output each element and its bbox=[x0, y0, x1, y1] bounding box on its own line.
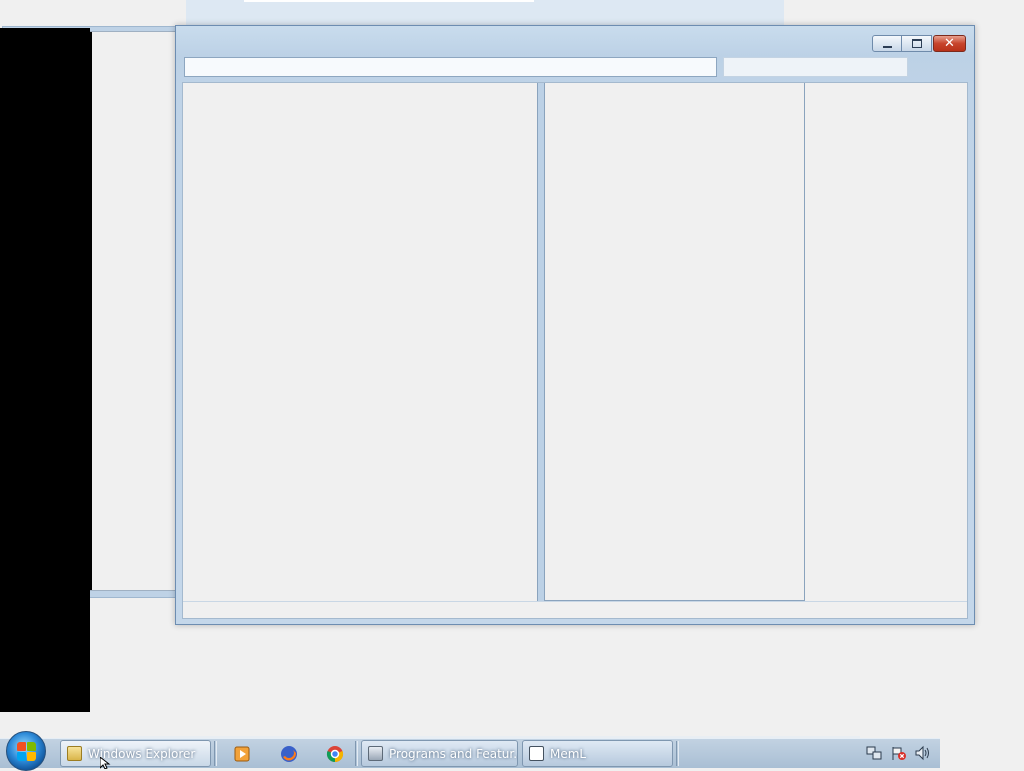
preview-pane[interactable] bbox=[805, 83, 967, 601]
taskbar-button-label: MemL bbox=[550, 746, 587, 761]
mouse-cursor bbox=[100, 757, 111, 769]
firefox-icon bbox=[281, 745, 297, 762]
caption-buttons: ✕ bbox=[872, 35, 966, 52]
black-panel bbox=[0, 28, 90, 712]
taskbar-divider bbox=[214, 741, 217, 766]
navigation-pane[interactable] bbox=[183, 83, 537, 595]
taskbar-divider bbox=[676, 741, 679, 766]
window-client-area bbox=[182, 82, 968, 619]
background-window-strip bbox=[186, 0, 784, 26]
content-pane[interactable] bbox=[545, 83, 805, 601]
taskbar-button-programs-and-features[interactable]: Programs and Featur... bbox=[361, 740, 518, 767]
app-window-icon bbox=[529, 746, 544, 761]
tray-action-center[interactable] bbox=[891, 745, 907, 761]
close-button[interactable]: ✕ bbox=[933, 35, 966, 52]
background-window-edge bbox=[244, 0, 534, 2]
minimize-icon bbox=[882, 45, 892, 48]
maximize-button[interactable] bbox=[902, 35, 932, 52]
address-bar[interactable] bbox=[184, 57, 717, 77]
volume-icon bbox=[915, 745, 929, 761]
maximize-icon bbox=[911, 39, 922, 48]
pane-splitter[interactable] bbox=[537, 83, 545, 601]
tray-network[interactable] bbox=[866, 745, 882, 761]
taskbar-button-label: Programs and Featur... bbox=[389, 746, 518, 761]
close-icon: ✕ bbox=[944, 36, 955, 51]
network-icon bbox=[866, 746, 882, 760]
tray-volume[interactable] bbox=[914, 745, 930, 761]
details-pane bbox=[183, 601, 967, 618]
explorer-folder-icon bbox=[67, 746, 82, 761]
taskbar-pinned-chrome[interactable] bbox=[322, 741, 348, 766]
minimize-button[interactable] bbox=[872, 35, 902, 52]
start-button[interactable] bbox=[6, 731, 46, 771]
taskbar-button-windows-explorer[interactable]: Windows Explorer bbox=[60, 740, 211, 767]
search-input[interactable] bbox=[723, 57, 908, 77]
chrome-icon bbox=[326, 745, 344, 762]
explorer-window[interactable]: ✕ bbox=[175, 25, 975, 625]
taskbar-pinned-firefox[interactable] bbox=[276, 741, 302, 766]
windows-logo-icon bbox=[17, 742, 37, 762]
action-center-flag-icon bbox=[892, 747, 906, 760]
taskbar-button-meml[interactable]: MemL bbox=[522, 740, 673, 767]
taskbar-pinned-media-player[interactable] bbox=[229, 741, 255, 766]
programs-features-icon bbox=[368, 746, 383, 761]
taskbar-divider bbox=[355, 741, 358, 766]
media-player-icon bbox=[234, 746, 250, 761]
